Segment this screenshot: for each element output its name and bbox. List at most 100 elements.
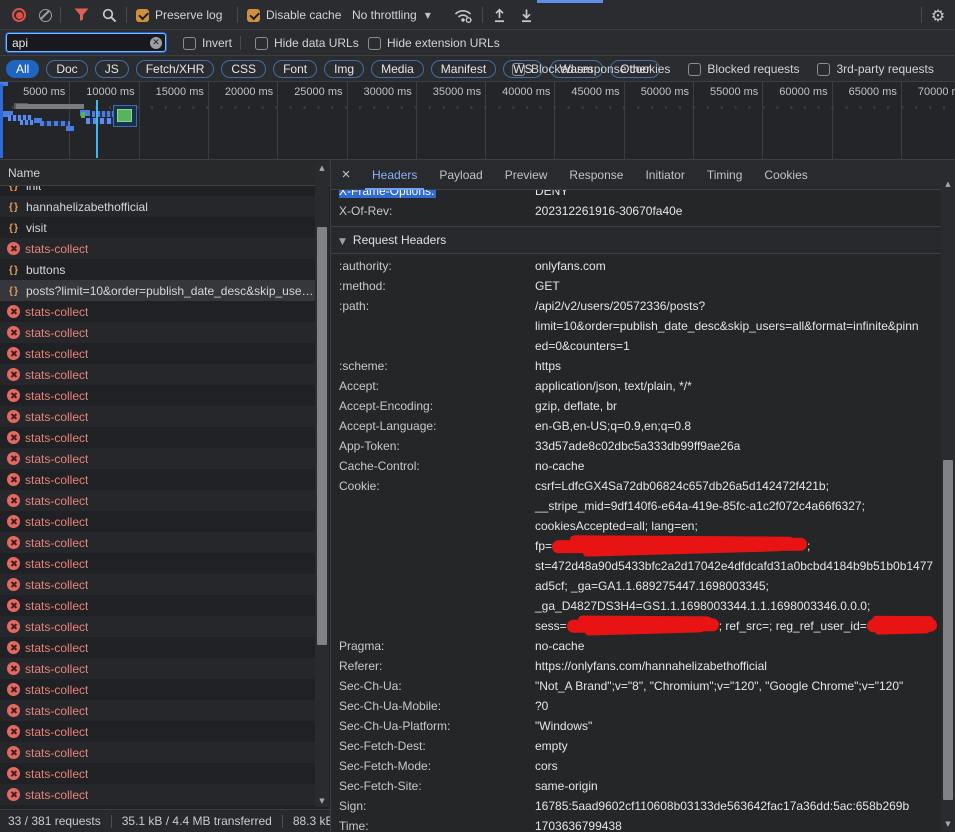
checkbox-label-blocked-requests: Blocked requests <box>707 62 799 76</box>
request-row[interactable]: stats-collect <box>0 532 317 553</box>
throttling-dropdown[interactable]: No throttling ▼ <box>352 0 431 30</box>
search-network-button[interactable] <box>98 0 120 30</box>
request-list-scrollbar[interactable]: ▲ ▼ <box>315 162 329 807</box>
close-details-icon[interactable]: × <box>331 166 361 183</box>
request-row[interactable]: stats-collect <box>0 742 317 763</box>
header-value-text: 16785:5aad9602cf110608b03133de563642fac1… <box>535 799 909 813</box>
header-value-text: 1703636799438 <box>535 819 622 832</box>
checkbox-blocked-requests[interactable]: Blocked requests <box>688 56 799 82</box>
request-row[interactable]: stats-collect <box>0 784 317 805</box>
header-value: no-cache <box>535 456 584 476</box>
request-row[interactable]: stats-collect <box>0 595 317 616</box>
active-panel-tab-indicator <box>537 0 603 3</box>
request-failed-icon <box>7 536 20 549</box>
request-list-panel: Name {}init{}hannahelizabethofficial{}vi… <box>0 160 331 832</box>
clear-network-log-button[interactable] <box>34 0 56 30</box>
request-row[interactable]: stats-collect <box>0 574 317 595</box>
request-row[interactable]: stats-collect <box>0 385 317 406</box>
request-row[interactable]: stats-collect <box>0 238 317 259</box>
scrollbar-thumb[interactable] <box>317 227 327 645</box>
checkbox-blocked-response-cookies[interactable]: Blocked response cookies <box>512 56 670 82</box>
request-row[interactable]: {}init <box>0 186 317 196</box>
header-value-text: ; <box>807 539 810 553</box>
preserve-log-checkbox[interactable]: Preserve log <box>136 0 222 30</box>
request-row[interactable]: {}posts?limit=10&order=publish_date_desc… <box>0 280 317 301</box>
type-filter-doc[interactable]: Doc <box>46 60 87 78</box>
request-row[interactable]: stats-collect <box>0 553 317 574</box>
tab-headers[interactable]: Headers <box>361 160 428 190</box>
type-filter-all[interactable]: All <box>6 60 39 78</box>
filter-text-input[interactable] <box>6 33 166 52</box>
network-conditions-button[interactable] <box>450 0 476 30</box>
invert-checkbox[interactable]: Invert <box>183 30 232 56</box>
request-row[interactable]: stats-collect <box>0 637 317 658</box>
request-row[interactable]: {}visit <box>0 217 317 238</box>
request-row[interactable]: {}hannahelizabethofficial <box>0 196 317 217</box>
scrollbar-thumb[interactable] <box>943 460 953 800</box>
json-file-icon: {} <box>7 264 21 276</box>
hide-extension-urls-checkbox[interactable]: Hide extension URLs <box>368 30 500 56</box>
request-row[interactable]: stats-collect <box>0 721 317 742</box>
filter-toggle-button[interactable] <box>70 0 92 30</box>
type-filter-js[interactable]: JS <box>95 60 129 78</box>
header-value: "Windows" <box>535 716 592 736</box>
export-har-button[interactable] <box>515 0 537 30</box>
tab-payload[interactable]: Payload <box>428 160 493 190</box>
request-headers-list: :authority:onlyfans.com:method:GET:path:… <box>331 254 941 832</box>
request-row[interactable]: stats-collect <box>0 406 317 427</box>
disable-cache-checkbox[interactable]: Disable cache <box>247 0 341 30</box>
details-scrollbar[interactable]: ▲ ▼ <box>941 178 955 832</box>
request-row[interactable]: stats-collect <box>0 448 317 469</box>
request-name: stats-collect <box>25 431 88 445</box>
request-row[interactable]: stats-collect <box>0 322 317 343</box>
record-network-log-button[interactable] <box>8 0 30 30</box>
request-row[interactable]: stats-collect <box>0 427 317 448</box>
type-filter-css[interactable]: CSS <box>221 60 266 78</box>
request-failed-icon <box>7 494 20 507</box>
header-value: _ga_D4827DS3H4=GS1.1.1698003344.1.1.1698… <box>535 596 870 616</box>
type-filter-media[interactable]: Media <box>371 60 424 78</box>
request-row[interactable]: stats-collect <box>0 616 317 637</box>
header-value: ?0 <box>535 696 548 716</box>
name-column-header[interactable]: Name <box>0 160 330 186</box>
request-row[interactable]: stats-collect <box>0 658 317 679</box>
request-row[interactable]: stats-collect <box>0 301 317 322</box>
header-row: ad5cf; _ga=GA1.1.689275447.1698003345; <box>331 576 941 596</box>
checkbox-3rd-party-requests[interactable]: 3rd-party requests <box>817 56 933 82</box>
request-headers-section-toggle[interactable]: ▼Request Headers <box>331 227 941 253</box>
scroll-up-icon[interactable]: ▲ <box>941 178 955 190</box>
type-filter-fetch-xhr[interactable]: Fetch/XHR <box>136 60 215 78</box>
record-icon <box>12 8 26 22</box>
network-overview-timeline[interactable]: 5000 ms10000 ms15000 ms20000 ms25000 ms3… <box>0 82 955 160</box>
type-filter-img[interactable]: Img <box>324 60 364 78</box>
request-row[interactable]: stats-collect <box>0 469 317 490</box>
tab-timing[interactable]: Timing <box>696 160 754 190</box>
request-row[interactable]: stats-collect <box>0 511 317 532</box>
scroll-down-icon[interactable]: ▼ <box>315 795 329 807</box>
tab-initiator[interactable]: Initiator <box>634 160 695 190</box>
type-filter-font[interactable]: Font <box>273 60 317 78</box>
request-row[interactable]: stats-collect <box>0 700 317 721</box>
checkbox-checked-icon <box>247 9 260 22</box>
request-row[interactable]: stats-collect <box>0 763 317 784</box>
request-row[interactable]: stats-collect <box>0 343 317 364</box>
hide-data-urls-checkbox[interactable]: Hide data URLs <box>255 30 359 56</box>
settings-gear-icon[interactable]: ⚙ <box>926 0 950 30</box>
scroll-down-icon[interactable]: ▼ <box>941 818 955 830</box>
request-name: hannahelizabethofficial <box>26 200 148 214</box>
request-row[interactable]: stats-collect <box>0 490 317 511</box>
request-row[interactable]: {}buttons <box>0 259 317 280</box>
tab-cookies[interactable]: Cookies <box>753 160 818 190</box>
clear-filter-icon[interactable]: ✕ <box>150 37 162 49</box>
scroll-up-icon[interactable]: ▲ <box>315 162 329 174</box>
import-har-button[interactable] <box>488 0 510 30</box>
header-name: Sign: <box>339 796 366 816</box>
tab-response[interactable]: Response <box>558 160 634 190</box>
request-row[interactable]: stats-collect <box>0 364 317 385</box>
header-value: application/json, text/plain, */* <box>535 376 692 396</box>
request-row[interactable]: stats-collect <box>0 679 317 700</box>
tab-preview[interactable]: Preview <box>494 160 559 190</box>
header-value-text: application/json, text/plain, */* <box>535 379 692 393</box>
type-filter-manifest[interactable]: Manifest <box>431 60 496 78</box>
checkbox-unchecked-icon <box>817 63 830 76</box>
